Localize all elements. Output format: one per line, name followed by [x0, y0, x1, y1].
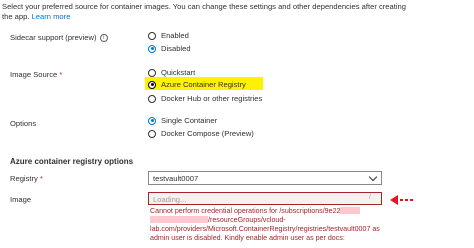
- radio-button-selected[interactable]: [148, 44, 156, 53]
- radio-button[interactable]: [148, 129, 156, 138]
- error-message: Cannot perform credential operations for…: [150, 207, 380, 242]
- registry-dropdown[interactable]: testvault0007: [148, 171, 382, 185]
- radio-button[interactable]: [148, 68, 156, 77]
- image-source-option-acr[interactable]: Azure Container Registry: [148, 80, 246, 89]
- registry-value: testvault0007: [153, 174, 199, 183]
- registry-label: Registry *: [10, 174, 43, 183]
- image-source-option-quickstart[interactable]: Quickstart: [148, 68, 195, 77]
- intro-text: Select your preferred source for contain…: [2, 2, 406, 22]
- image-placeholder: Loading...: [153, 195, 187, 204]
- redaction: [150, 216, 208, 223]
- annotation-arrow-icon: [390, 195, 413, 205]
- image-dropdown[interactable]: Loading... /: [148, 192, 382, 205]
- radio-button-selected[interactable]: [148, 116, 156, 125]
- chevron-down-icon[interactable]: [368, 172, 378, 182]
- intro-line-1: Select your preferred source for contain…: [2, 2, 406, 11]
- acr-section-title: Azure container registry options: [10, 157, 134, 166]
- options-label: Options: [10, 119, 37, 128]
- sidecar-support-label: Sidecar support (preview) i: [10, 33, 108, 42]
- options-single-container[interactable]: Single Container: [148, 116, 217, 125]
- sidecar-option-enabled[interactable]: Enabled: [148, 31, 189, 40]
- intro-line-2: the app.: [2, 12, 30, 21]
- redaction: [340, 207, 361, 214]
- learn-more-link[interactable]: Learn more: [32, 12, 71, 21]
- image-label: Image: [10, 195, 32, 204]
- radio-button-selected[interactable]: [148, 80, 156, 89]
- sidecar-option-disabled[interactable]: Disabled: [148, 44, 191, 53]
- info-icon[interactable]: i: [99, 34, 108, 42]
- radio-button[interactable]: [148, 31, 156, 40]
- image-source-option-docker-hub[interactable]: Docker Hub or other registries: [148, 94, 262, 103]
- slash-separator: /: [369, 194, 371, 201]
- image-source-label: Image Source *: [10, 70, 63, 79]
- options-docker-compose[interactable]: Docker Compose (Preview): [148, 129, 254, 138]
- radio-button[interactable]: [148, 94, 156, 103]
